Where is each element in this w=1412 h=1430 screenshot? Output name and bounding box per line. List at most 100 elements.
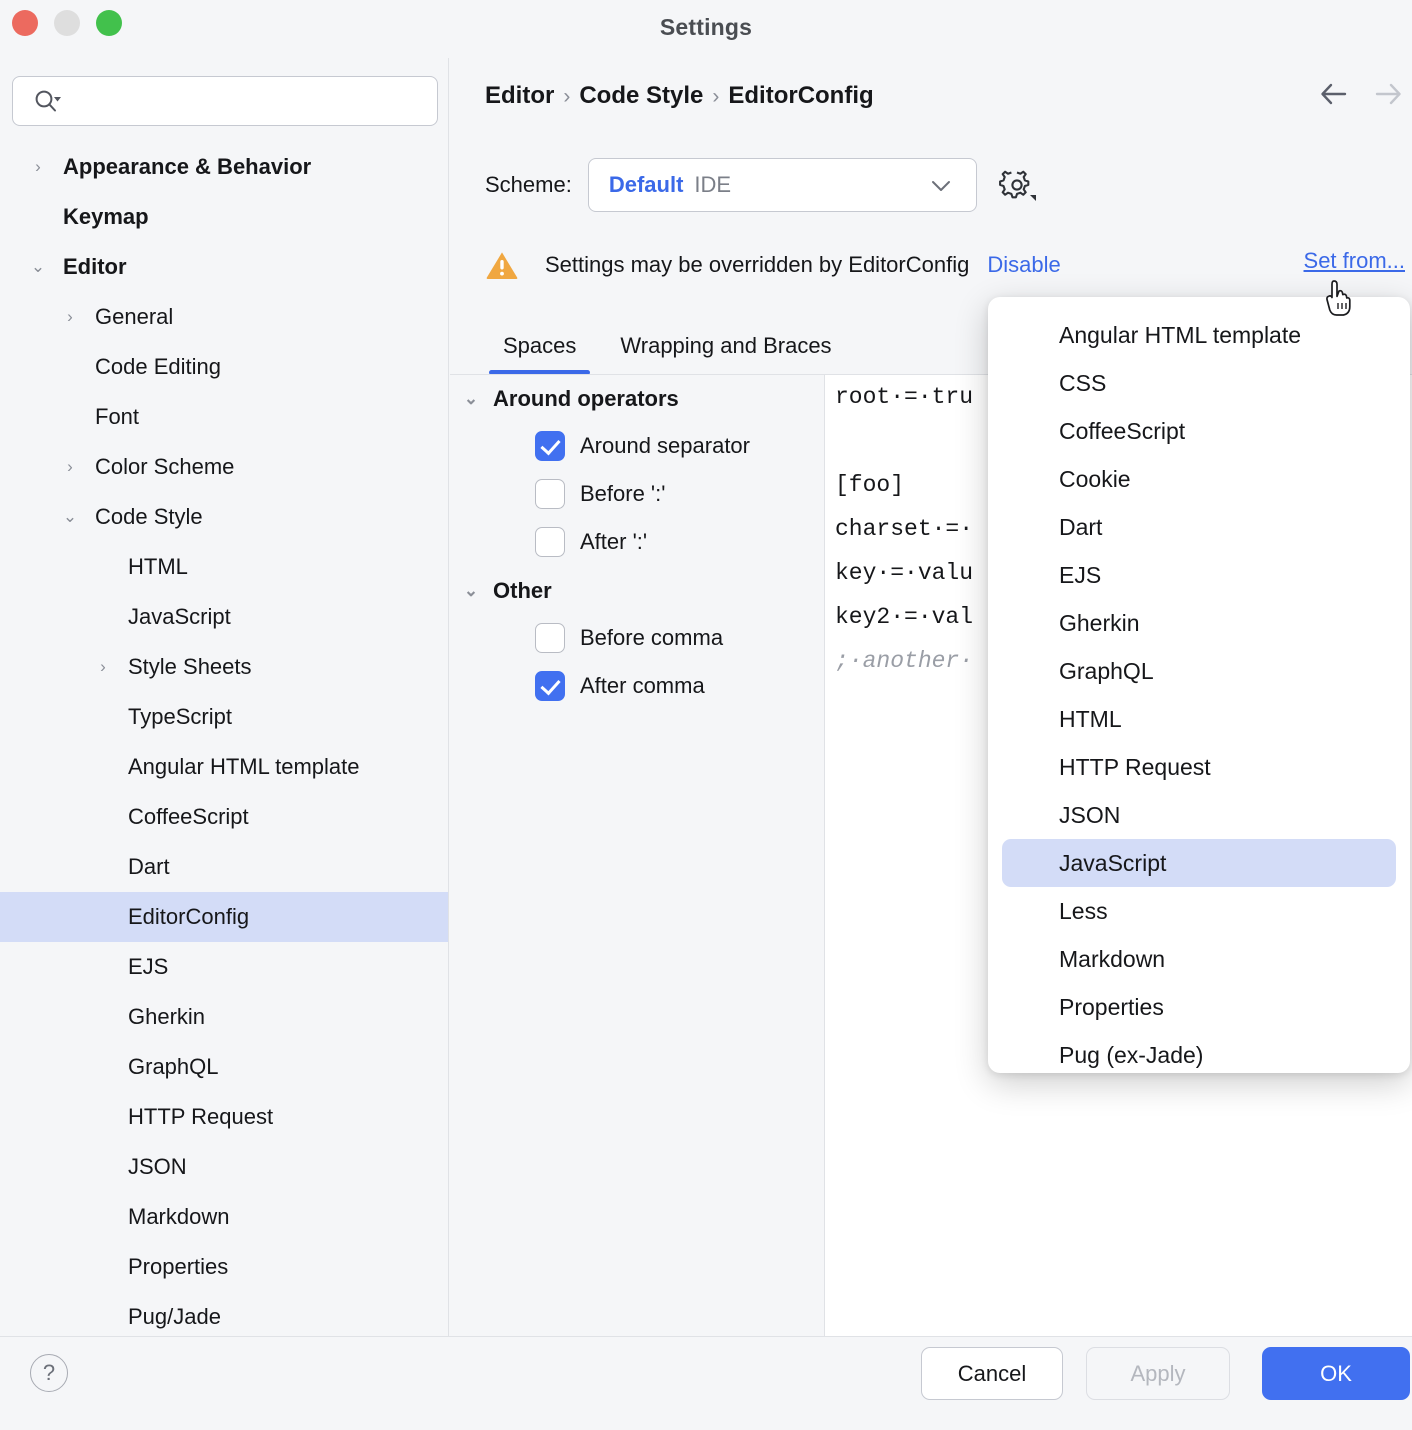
- chevron-down-icon[interactable]: ⌄: [27, 242, 49, 292]
- settings-dialog: Settings ›Appearance & BehaviorKeymap⌄Ed…: [0, 0, 1412, 1430]
- option-row[interactable]: Before ':': [450, 471, 824, 519]
- sidebar-item-label: Dart: [128, 842, 170, 892]
- chevron-right-icon[interactable]: ›: [92, 642, 114, 692]
- menu-item-coffeescript[interactable]: CoffeeScript: [1002, 407, 1396, 455]
- option-group-header[interactable]: ⌄Around operators: [450, 375, 824, 423]
- option-row[interactable]: Around separator: [450, 423, 824, 471]
- sidebar-item-javascript[interactable]: JavaScript: [0, 592, 449, 642]
- option-row[interactable]: After ':': [450, 519, 824, 567]
- sidebar-item-label: Angular HTML template: [128, 742, 360, 792]
- sidebar-item-color-scheme[interactable]: ›Color Scheme: [0, 442, 449, 492]
- title-bar: Settings: [0, 0, 1412, 58]
- tab-spaces[interactable]: Spaces: [481, 323, 598, 375]
- sidebar-item-markdown[interactable]: Markdown: [0, 1192, 449, 1242]
- tree-spacer: [92, 1142, 114, 1192]
- options-panel: ⌄Around operatorsAround separatorBefore …: [450, 375, 824, 1336]
- disable-editorconfig-link[interactable]: Disable: [987, 252, 1060, 278]
- menu-item-gherkin[interactable]: Gherkin: [1002, 599, 1396, 647]
- breadcrumb-part[interactable]: EditorConfig: [728, 82, 873, 109]
- warning-message: Settings may be overridden by EditorConf…: [545, 252, 969, 278]
- menu-item-less[interactable]: Less: [1002, 887, 1396, 935]
- help-button[interactable]: ?: [30, 1354, 68, 1392]
- sidebar-item-keymap[interactable]: Keymap: [0, 192, 449, 242]
- sidebar-item-label: HTTP Request: [128, 1092, 273, 1142]
- chevron-right-icon[interactable]: ›: [59, 442, 81, 492]
- option-label: Before ':': [580, 471, 665, 517]
- sidebar-item-gherkin[interactable]: Gherkin: [0, 992, 449, 1042]
- menu-item-css[interactable]: CSS: [1002, 359, 1396, 407]
- checkbox-around-separator[interactable]: [535, 431, 565, 461]
- menu-item-pug-ex-jade[interactable]: Pug (ex-Jade): [1002, 1031, 1396, 1073]
- sidebar-item-http-request[interactable]: HTTP Request: [0, 1092, 449, 1142]
- chevron-right-icon[interactable]: ›: [59, 292, 81, 342]
- sidebar-item-coffeescript[interactable]: CoffeeScript: [0, 792, 449, 842]
- sidebar-item-label: HTML: [128, 542, 188, 592]
- set-from-dropdown-menu[interactable]: Angular HTML templateCSSCoffeeScriptCook…: [988, 297, 1410, 1073]
- checkbox-after-comma[interactable]: [535, 671, 565, 701]
- checkbox-before-comma[interactable]: [535, 623, 565, 653]
- tree-spacer: [27, 192, 49, 242]
- sidebar-item-code-style[interactable]: ⌄Code Style: [0, 492, 449, 542]
- settings-tree: ›Appearance & BehaviorKeymap⌄Editor›Gene…: [0, 142, 449, 1336]
- sidebar-item-label: Pug/Jade: [128, 1292, 221, 1336]
- tab-wrapping-and-braces[interactable]: Wrapping and Braces: [598, 323, 853, 375]
- ok-button[interactable]: OK: [1262, 1347, 1410, 1400]
- chevron-right-icon[interactable]: ›: [27, 142, 49, 192]
- option-group-title: Around operators: [493, 375, 679, 423]
- sidebar-item-editor[interactable]: ⌄Editor: [0, 242, 449, 292]
- sidebar-item-label: Code Editing: [95, 342, 221, 392]
- sidebar-item-html[interactable]: HTML: [0, 542, 449, 592]
- arrow-right-icon[interactable]: [1372, 78, 1404, 110]
- sidebar-item-editorconfig[interactable]: EditorConfig: [0, 892, 449, 942]
- scheme-dropdown[interactable]: Default IDE: [588, 158, 977, 212]
- menu-item-properties[interactable]: Properties: [1002, 983, 1396, 1031]
- menu-item-html[interactable]: HTML: [1002, 695, 1396, 743]
- sidebar-item-appearance-behavior[interactable]: ›Appearance & Behavior: [0, 142, 449, 192]
- sidebar-item-label: TypeScript: [128, 692, 232, 742]
- menu-item-dart[interactable]: Dart: [1002, 503, 1396, 551]
- sidebar-item-graphql[interactable]: GraphQL: [0, 1042, 449, 1092]
- sidebar-item-json[interactable]: JSON: [0, 1142, 449, 1192]
- sidebar-item-ejs[interactable]: EJS: [0, 942, 449, 992]
- option-group-header[interactable]: ⌄Other: [450, 567, 824, 615]
- tree-spacer: [92, 892, 114, 942]
- menu-item-ejs[interactable]: EJS: [1002, 551, 1396, 599]
- set-from-link[interactable]: Set from...: [1304, 248, 1405, 274]
- search-box[interactable]: [12, 76, 438, 126]
- menu-item-javascript[interactable]: JavaScript: [1002, 839, 1396, 887]
- arrow-left-icon[interactable]: [1318, 78, 1350, 110]
- sidebar-item-properties[interactable]: Properties: [0, 1242, 449, 1292]
- sidebar-item-angular-html-template[interactable]: Angular HTML template: [0, 742, 449, 792]
- tree-spacer: [59, 342, 81, 392]
- search-input[interactable]: [71, 77, 431, 125]
- menu-item-cookie[interactable]: Cookie: [1002, 455, 1396, 503]
- scheme-settings-button[interactable]: [997, 165, 1037, 205]
- sidebar-item-dart[interactable]: Dart: [0, 842, 449, 892]
- chevron-down-icon[interactable]: ⌄: [59, 492, 81, 542]
- checkbox-before[interactable]: [535, 479, 565, 509]
- cancel-button[interactable]: Cancel: [921, 1347, 1063, 1400]
- sidebar-item-style-sheets[interactable]: ›Style Sheets: [0, 642, 449, 692]
- chevron-down-icon[interactable]: ⌄: [460, 567, 482, 615]
- sidebar-item-general[interactable]: ›General: [0, 292, 449, 342]
- chevron-down-icon[interactable]: ⌄: [460, 375, 482, 423]
- apply-button[interactable]: Apply: [1086, 1347, 1230, 1400]
- sidebar-item-label: EJS: [128, 942, 168, 992]
- sidebar-item-label: JavaScript: [128, 592, 231, 642]
- breadcrumb-part[interactable]: Editor: [485, 82, 554, 109]
- menu-item-markdown[interactable]: Markdown: [1002, 935, 1396, 983]
- option-row[interactable]: After comma: [450, 663, 824, 711]
- checkbox-after[interactable]: [535, 527, 565, 557]
- tree-spacer: [92, 1042, 114, 1092]
- menu-item-json[interactable]: JSON: [1002, 791, 1396, 839]
- menu-item-angular-html-template[interactable]: Angular HTML template: [1002, 311, 1396, 359]
- menu-item-graphql[interactable]: GraphQL: [1002, 647, 1396, 695]
- scheme-name: Default: [609, 172, 684, 198]
- breadcrumb-part[interactable]: Code Style: [579, 82, 703, 109]
- sidebar-item-code-editing[interactable]: Code Editing: [0, 342, 449, 392]
- sidebar-item-typescript[interactable]: TypeScript: [0, 692, 449, 742]
- sidebar-item-pug-jade[interactable]: Pug/Jade: [0, 1292, 449, 1336]
- option-row[interactable]: Before comma: [450, 615, 824, 663]
- menu-item-http-request[interactable]: HTTP Request: [1002, 743, 1396, 791]
- sidebar-item-font[interactable]: Font: [0, 392, 449, 442]
